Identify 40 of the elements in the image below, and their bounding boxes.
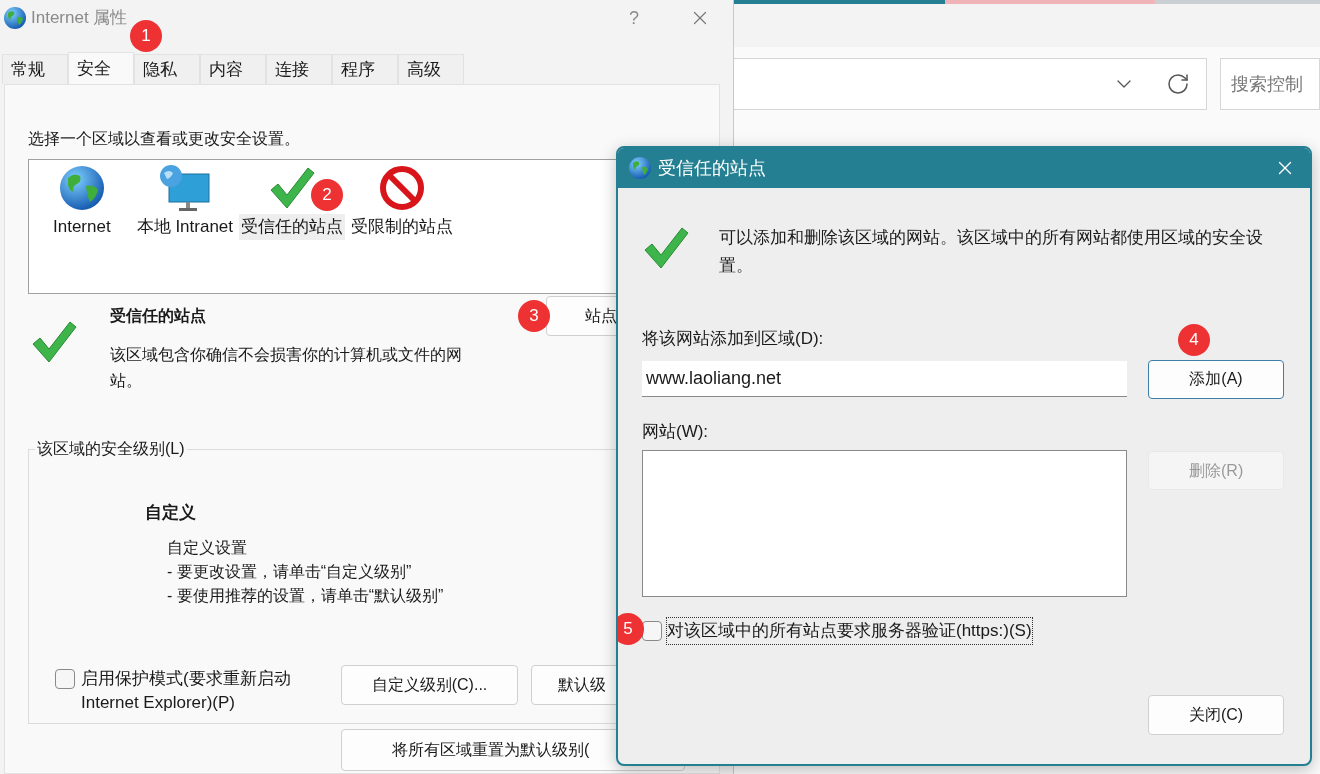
level-description-line: - 要更改设置，请单击“自定义级别” — [167, 561, 413, 582]
close-button[interactable]: 关闭(C) — [1148, 694, 1284, 735]
url-input[interactable]: www.laoliang.net — [642, 361, 1127, 397]
computer-globe-icon — [158, 164, 211, 212]
level-description-line: - 要使用推荐的设置，请单击“默认级别” — [167, 585, 445, 606]
tab[interactable]: 连接 — [266, 54, 332, 84]
number-badge: 3 — [518, 300, 550, 332]
field-label: 将该网站添加到区域(D): — [642, 328, 824, 350]
number-badge: 5 — [618, 613, 644, 645]
level-name: 自定义 — [145, 502, 197, 524]
tab[interactable]: 内容 — [200, 54, 266, 84]
instruction-text: 选择一个区域以查看或更改安全设置。 — [28, 129, 301, 149]
refresh-icon[interactable] — [1166, 72, 1190, 96]
level-button[interactable]: 自定义级别(C)... — [341, 665, 518, 705]
zone-item[interactable]: 本地 Intranet — [134, 164, 236, 240]
number-badge: 1 — [130, 20, 162, 52]
window-title: 受信任的站点 — [658, 156, 766, 180]
no-entry-icon — [378, 164, 427, 212]
checkbox[interactable] — [642, 620, 662, 641]
number-badge: 2 — [311, 179, 344, 211]
tab[interactable]: 常规 — [2, 54, 68, 84]
window-title: Internet 属性 — [31, 7, 128, 30]
number-badge: 4 — [1178, 323, 1210, 356]
zone-title: 受信任的站点 — [110, 306, 207, 326]
tab[interactable]: 安全 — [68, 52, 134, 84]
search-field[interactable]: 搜索控制 — [1220, 58, 1320, 110]
level-description-line: 自定义设置 — [167, 537, 248, 558]
tab[interactable]: 隐私 — [134, 54, 200, 84]
tab[interactable]: 程序 — [332, 54, 398, 84]
checkbox[interactable] — [55, 669, 75, 689]
checkbox-label[interactable]: 对该区域中的所有站点要求服务器验证(https:)(S) — [666, 617, 1033, 645]
checkbox-label[interactable]: 启用保护模式(要求重新启动 Internet Explorer)(P) — [81, 667, 321, 715]
add-button[interactable]: 添加(A) — [1148, 359, 1284, 399]
tab[interactable]: 高级 — [398, 54, 464, 84]
zone-item[interactable]: Internet — [51, 164, 113, 240]
globe-icon — [57, 164, 106, 212]
field-label: 网站(W): — [642, 420, 709, 443]
zone-item[interactable]: 受限制的站点 — [349, 164, 456, 240]
zone-description: 该区域包含你确信不会损害你的计算机或文件的网站。 — [110, 345, 463, 391]
info-message: 可以添加和删除该区域的网站。该区域中的所有网站都使用区域的安全设置。 — [719, 227, 1264, 277]
